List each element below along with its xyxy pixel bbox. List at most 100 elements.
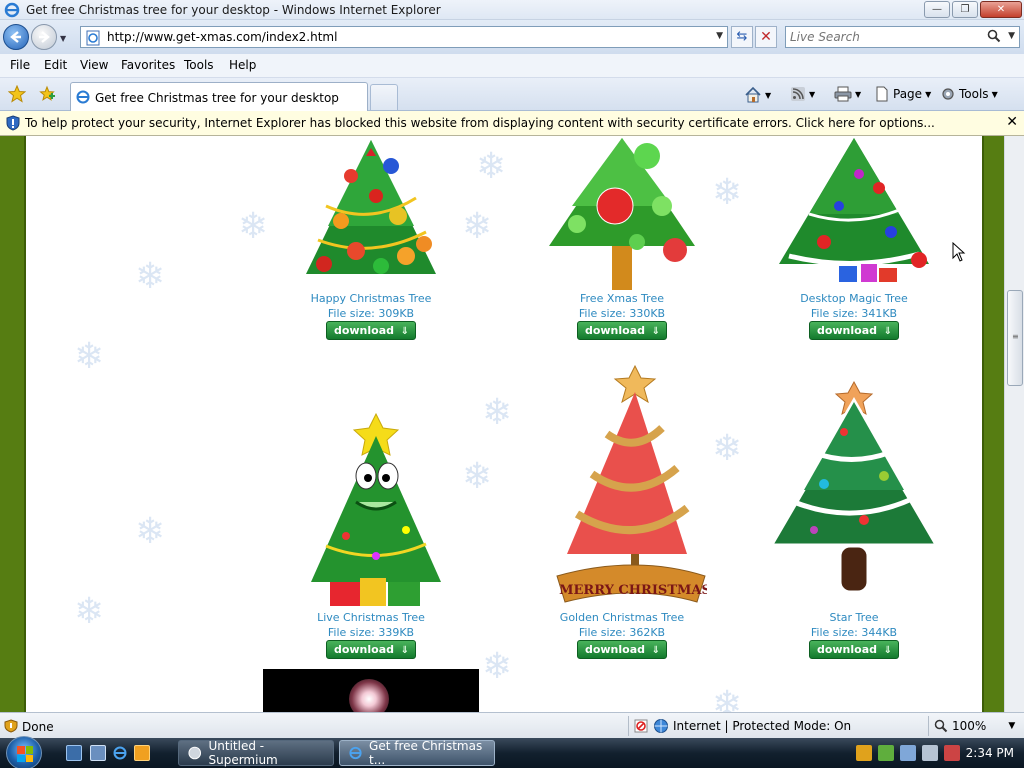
internet-explorer-quicklaunch-icon[interactable] (112, 745, 128, 761)
snowflake-icon: ❄ (712, 684, 743, 712)
desktop-magic-tree-image[interactable] (769, 136, 939, 292)
page-icon (85, 30, 101, 49)
zone-text: Internet | Protected Mode: On (673, 719, 852, 733)
download-button[interactable]: download ⇓ (809, 321, 899, 340)
security-alert-icon[interactable] (855, 745, 872, 761)
menu-tools[interactable]: Tools (184, 58, 214, 72)
switch-windows-icon[interactable] (90, 745, 106, 761)
download-button[interactable]: download ⇓ (577, 640, 667, 659)
url-text[interactable]: http://www.get-xmas.com/index2.html (107, 30, 337, 44)
download-label: download (584, 324, 646, 337)
page-menu-button[interactable]: Page ▼ (874, 86, 931, 102)
new-tab-button[interactable] (370, 84, 398, 110)
product-name[interactable]: Desktop Magic Tree (754, 292, 954, 305)
media-player-icon[interactable] (134, 745, 150, 761)
product-name[interactable]: Live Christmas Tree (271, 611, 471, 624)
download-button[interactable]: download ⇓ (809, 640, 899, 659)
clock[interactable]: 2:34 PM (966, 746, 1014, 760)
printer-icon (834, 86, 852, 102)
product-name[interactable]: Happy Christmas Tree (271, 292, 471, 305)
product-name[interactable]: Star Tree (754, 611, 954, 624)
start-button[interactable] (6, 736, 42, 768)
product-size: File size: 344KB (810, 626, 898, 639)
back-button[interactable] (3, 24, 29, 50)
refresh-button[interactable]: ⇆ (731, 26, 753, 48)
forward-button[interactable] (31, 24, 57, 50)
address-bar[interactable]: http://www.get-xmas.com/index2.html ▼ (80, 26, 728, 48)
download-arrow-icon: ⇓ (883, 645, 892, 656)
golden-christmas-tree-image[interactable]: MERRY CHRISTMAS (537, 364, 707, 611)
golden-banner-text: MERRY CHRISTMAS (559, 583, 707, 598)
volume-muted-icon[interactable] (943, 745, 960, 761)
download-button[interactable]: download ⇓ (326, 321, 416, 340)
favorites-center-star-icon[interactable] (7, 84, 27, 106)
download-arrow-icon: ⇓ (651, 645, 660, 656)
security-zone[interactable]: Internet | Protected Mode: On (633, 718, 851, 734)
menu-file[interactable]: File (10, 58, 30, 72)
thumbnail-glow (349, 679, 389, 712)
tab-page-icon (75, 89, 91, 108)
product-name[interactable]: Golden Christmas Tree (522, 611, 722, 624)
download-label: download (333, 324, 395, 337)
download-label: download (584, 643, 646, 656)
close-window-button[interactable]: ✕ (980, 1, 1022, 18)
menu-favorites[interactable]: Favorites (121, 58, 175, 72)
tools-menu-button[interactable]: Tools ▼ (940, 86, 998, 102)
next-product-thumbnail[interactable] (263, 669, 479, 712)
feeds-button[interactable]: ▼ (790, 86, 815, 102)
ie-logo-icon (4, 2, 20, 21)
address-dropdown-icon[interactable]: ▼ (716, 31, 723, 41)
search-dropdown-icon[interactable]: ▼ (1008, 31, 1015, 41)
security-information-bar[interactable]: To help protect your security, Internet … (0, 111, 1024, 136)
search-icon[interactable] (987, 29, 1001, 46)
back-arrow-icon (10, 31, 21, 43)
product-size: File size: 309KB (327, 307, 415, 320)
display-icon[interactable] (921, 745, 938, 761)
download-button[interactable]: download ⇓ (577, 321, 667, 340)
product-card: Free Xmas Tree File size: 330KB download… (522, 136, 722, 340)
recent-pages-dropdown-icon[interactable]: ▼ (60, 34, 66, 43)
globe-icon (654, 719, 668, 733)
snowflake-icon: ❄ (74, 336, 105, 377)
vertical-scrollbar[interactable]: ≡ (1004, 136, 1024, 712)
search-input[interactable] (790, 29, 986, 45)
free-xmas-tree-image[interactable] (537, 136, 707, 292)
network-icon[interactable] (899, 745, 916, 761)
menu-edit[interactable]: Edit (44, 58, 67, 72)
zoom-control[interactable]: 100% ▼ (934, 719, 1015, 733)
home-icon (745, 86, 761, 103)
tab-label: Get free Christmas tree for your desktop (95, 91, 339, 105)
snowflake-icon: ❄ (74, 591, 105, 632)
stop-button[interactable]: ✕ (755, 26, 777, 48)
taskbar-item-label: Get free Christmas t... (369, 739, 483, 767)
taskbar: Untitled - Supermium Get free Christmas … (0, 736, 1024, 768)
search-box[interactable]: ▼ (785, 26, 1020, 48)
scrollbar-grip-icon: ≡ (1012, 332, 1019, 341)
taskbar-item-supermium[interactable]: Untitled - Supermium (178, 739, 334, 767)
download-button[interactable]: download ⇓ (326, 640, 416, 659)
minimize-button[interactable]: — (924, 1, 950, 18)
show-desktop-icon[interactable] (66, 745, 82, 761)
tools-menu-label: Tools (959, 87, 989, 101)
add-favorites-icon[interactable] (38, 85, 56, 106)
home-button[interactable]: ▼ (744, 86, 771, 104)
infobar-close-button[interactable]: ✕ (1006, 114, 1018, 130)
taskbar-item-internet-explorer[interactable]: Get free Christmas t... (339, 739, 495, 767)
star-tree-image[interactable] (764, 380, 944, 611)
download-arrow-icon: ⇓ (400, 326, 409, 337)
live-christmas-tree-image[interactable] (296, 406, 446, 611)
happy-christmas-tree-image[interactable] (296, 136, 446, 292)
zoom-dropdown-icon[interactable]: ▼ (1008, 721, 1015, 731)
infobar-message[interactable]: To help protect your security, Internet … (25, 116, 935, 130)
ie-icon (349, 746, 362, 760)
restore-button[interactable]: ❐ (952, 1, 978, 18)
tab-active[interactable]: Get free Christmas tree for your desktop (70, 82, 368, 111)
product-name[interactable]: Free Xmas Tree (522, 292, 722, 305)
scrollbar-thumb[interactable]: ≡ (1007, 290, 1023, 386)
menu-help[interactable]: Help (229, 58, 256, 72)
zoom-level: 100% (952, 719, 987, 733)
product-card: MERRY CHRISTMAS Golden Christmas Tree Fi… (522, 364, 722, 659)
print-button[interactable]: ▼ (834, 86, 861, 102)
menu-view[interactable]: View (80, 58, 108, 72)
update-icon[interactable] (877, 745, 894, 761)
